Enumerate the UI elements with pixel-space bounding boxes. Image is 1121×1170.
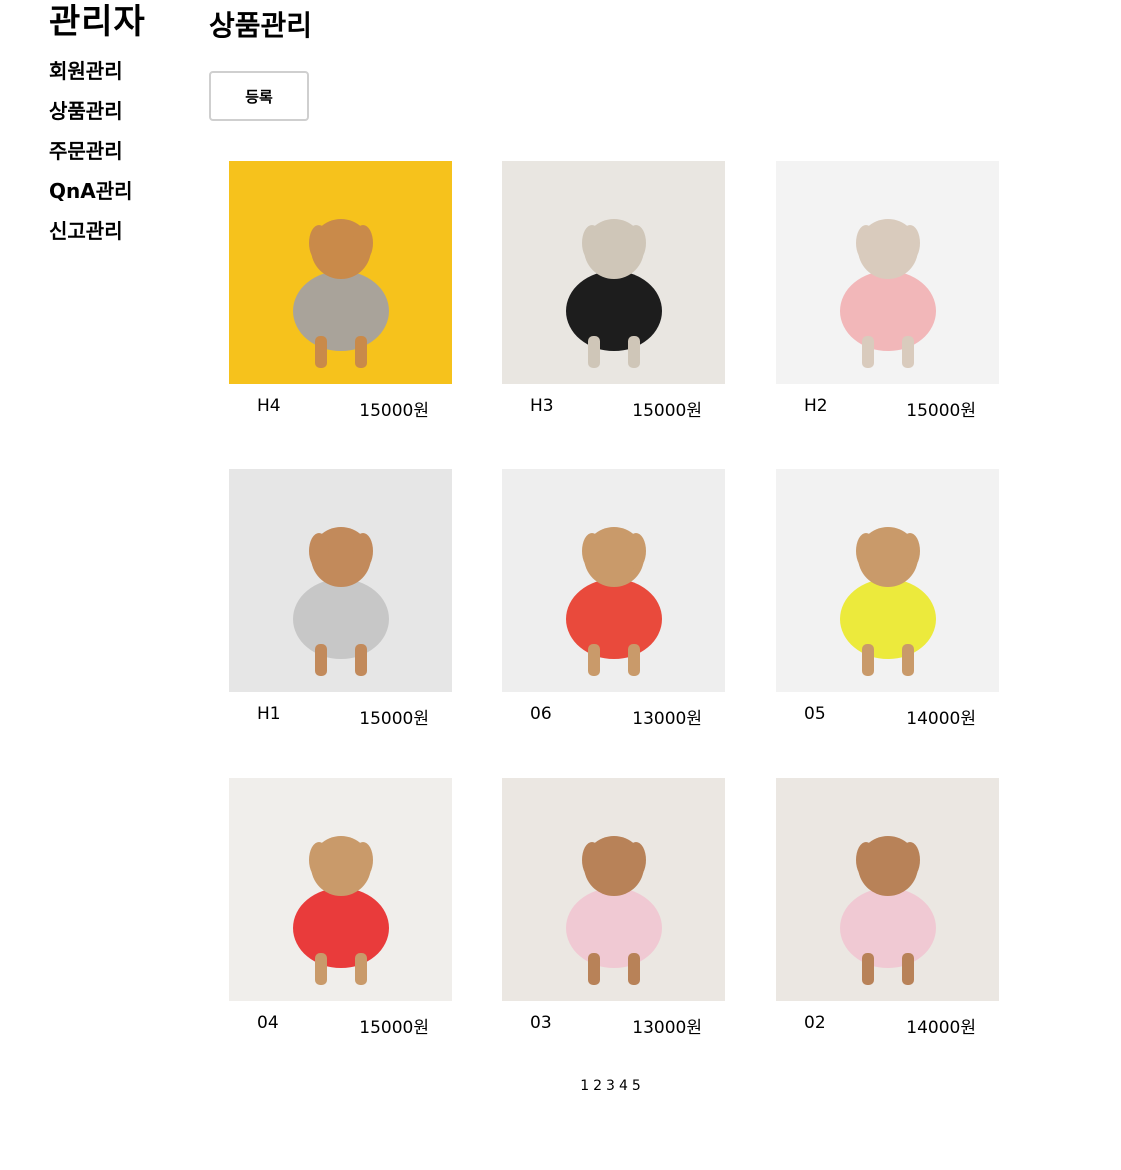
admin-title: 관리자 <box>49 2 146 42</box>
product-meta: H1 15000원 <box>229 702 452 732</box>
product-card[interactable]: 02 14000원 <box>776 778 999 1041</box>
page-title: 상품관리 <box>209 9 313 42</box>
product-name[interactable]: H1 <box>257 704 281 724</box>
product-meta: 04 15000원 <box>229 1011 452 1041</box>
product-name[interactable]: 05 <box>804 704 826 724</box>
page-link-2[interactable]: 2 <box>593 1078 602 1094</box>
product-image[interactable] <box>229 778 452 1001</box>
product-name[interactable]: 06 <box>530 704 552 724</box>
product-price: 13000원 <box>632 709 702 729</box>
product-card[interactable]: H1 15000원 <box>229 469 452 732</box>
product-image[interactable] <box>502 161 725 384</box>
product-card[interactable]: 06 13000원 <box>502 469 725 732</box>
product-card[interactable]: H3 15000원 <box>502 161 725 424</box>
product-meta: H2 15000원 <box>776 394 999 424</box>
product-price: 13000원 <box>632 1018 702 1038</box>
pagination: 12345 <box>0 1078 1121 1094</box>
product-name[interactable]: H2 <box>804 396 828 416</box>
product-meta: 05 14000원 <box>776 702 999 732</box>
product-meta: H4 15000원 <box>229 394 452 424</box>
product-card[interactable]: 03 13000원 <box>502 778 725 1041</box>
product-name[interactable]: H4 <box>257 396 281 416</box>
product-price: 14000원 <box>906 709 976 729</box>
product-name[interactable]: 02 <box>804 1013 826 1033</box>
sidebar: 관리자 회원관리 상품관리 주문관리 QnA관리 신고관리 <box>49 0 199 256</box>
product-card[interactable]: H4 15000원 <box>229 161 452 424</box>
register-button[interactable]: 등록 <box>209 71 309 121</box>
product-price: 15000원 <box>359 401 429 421</box>
product-price: 15000원 <box>906 401 976 421</box>
product-name[interactable]: 03 <box>530 1013 552 1033</box>
sidebar-item-reports[interactable]: 신고관리 <box>49 216 199 256</box>
page-link-1[interactable]: 1 <box>580 1078 589 1094</box>
product-price: 15000원 <box>359 1018 429 1038</box>
page-link-5[interactable]: 5 <box>632 1078 641 1094</box>
product-meta: H3 15000원 <box>502 394 725 424</box>
product-meta: 03 13000원 <box>502 1011 725 1041</box>
product-price: 15000원 <box>632 401 702 421</box>
product-image[interactable] <box>776 469 999 692</box>
product-name[interactable]: 04 <box>257 1013 279 1033</box>
product-card[interactable]: H2 15000원 <box>776 161 999 424</box>
product-image[interactable] <box>776 161 999 384</box>
page-link-4[interactable]: 4 <box>619 1078 628 1094</box>
sidebar-item-orders[interactable]: 주문관리 <box>49 136 199 176</box>
product-name[interactable]: H3 <box>530 396 554 416</box>
sidebar-item-products[interactable]: 상품관리 <box>49 96 199 136</box>
product-image[interactable] <box>502 469 725 692</box>
product-image[interactable] <box>229 469 452 692</box>
page-link-3[interactable]: 3 <box>606 1078 615 1094</box>
product-meta: 06 13000원 <box>502 702 725 732</box>
product-card[interactable]: 05 14000원 <box>776 469 999 732</box>
product-image[interactable] <box>502 778 725 1001</box>
product-price: 14000원 <box>906 1018 976 1038</box>
sidebar-item-qna[interactable]: QnA관리 <box>49 176 199 216</box>
product-image[interactable] <box>229 161 452 384</box>
sidebar-item-members[interactable]: 회원관리 <box>49 56 199 96</box>
product-card[interactable]: 04 15000원 <box>229 778 452 1041</box>
product-image[interactable] <box>776 778 999 1001</box>
product-price: 15000원 <box>359 709 429 729</box>
sidebar-nav: 회원관리 상품관리 주문관리 QnA관리 신고관리 <box>49 56 199 256</box>
product-meta: 02 14000원 <box>776 1011 999 1041</box>
